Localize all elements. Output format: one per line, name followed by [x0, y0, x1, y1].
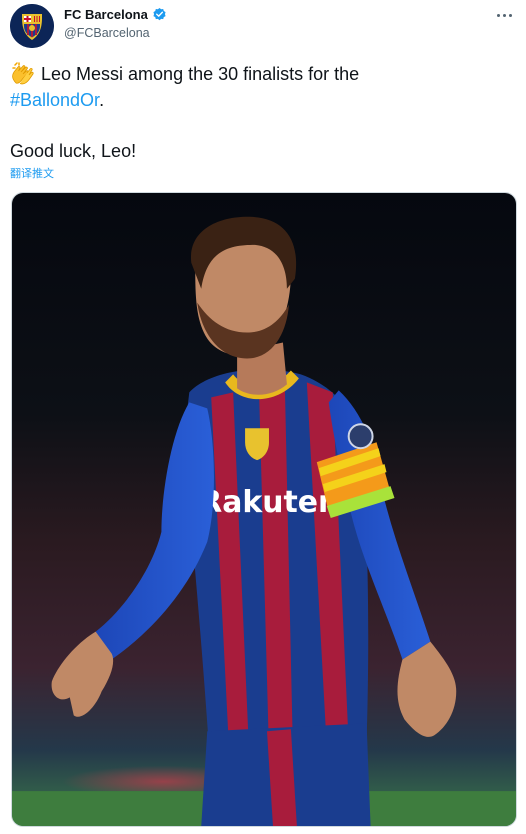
- jersey-sponsor-text: Rakuten: [199, 485, 339, 520]
- tweet-photo[interactable]: Rakuten: [11, 192, 517, 827]
- verified-badge-icon: [152, 7, 167, 22]
- messi-photo-image: Rakuten: [12, 193, 516, 826]
- tweet-text-line-2: #BallondOr.: [10, 88, 104, 112]
- translate-tweet-link[interactable]: 翻译推文: [10, 165, 54, 181]
- hashtag-suffix: .: [99, 90, 105, 110]
- more-dot-icon: [502, 13, 506, 17]
- fc-barcelona-crest-icon: [10, 4, 54, 48]
- tweet: FC Barcelona @FCBarcelona Leo Messi amon…: [0, 0, 526, 834]
- more-dot-icon: [496, 13, 500, 17]
- avatar[interactable]: [10, 4, 54, 48]
- tweet-text-line-3: Good luck, Leo!: [10, 141, 137, 161]
- tweet-text: Leo Messi among the 30 finalists for the: [41, 64, 360, 84]
- account-handle[interactable]: @FCBarcelona: [64, 26, 150, 40]
- clapping-hands-icon: [10, 62, 36, 86]
- more-dot-icon: [508, 13, 512, 17]
- tweet-text-line-1: Leo Messi among the 30 finalists for the: [10, 62, 359, 86]
- display-name[interactable]: FC Barcelona: [64, 7, 148, 22]
- hashtag-link[interactable]: #BallondOr: [10, 90, 99, 110]
- more-options-button[interactable]: [492, 6, 516, 24]
